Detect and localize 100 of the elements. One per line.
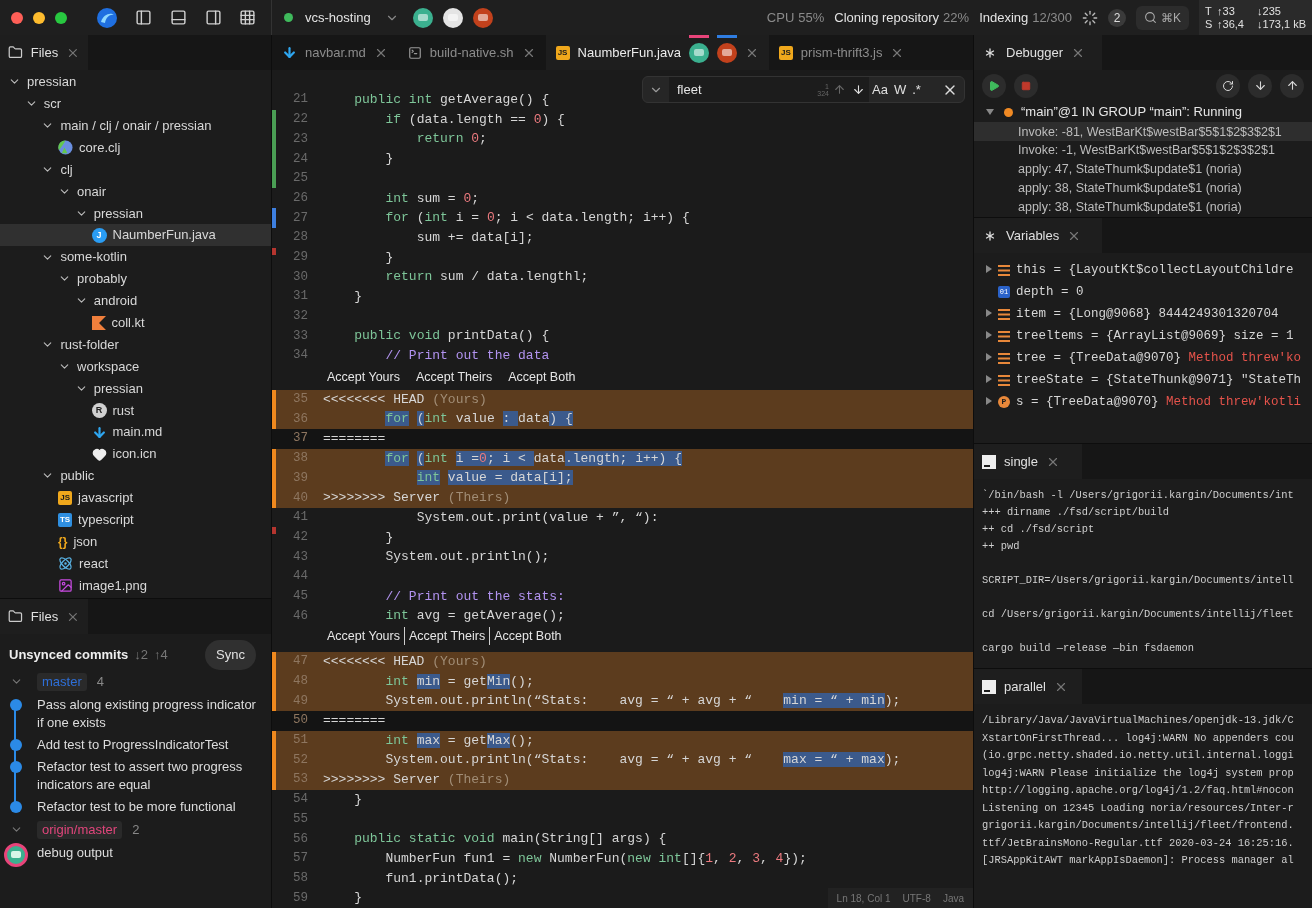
conflict-action-link[interactable]: Accept Theirs bbox=[403, 626, 486, 646]
expand-triangle-icon[interactable] bbox=[986, 352, 992, 361]
notification-count[interactable]: 2 bbox=[1108, 8, 1127, 27]
expand-triangle-icon[interactable] bbox=[986, 374, 992, 383]
expand-triangle-icon[interactable] bbox=[986, 396, 992, 405]
next-match-icon[interactable] bbox=[852, 83, 865, 96]
status-item[interactable]: Ln 18, Col 1 bbox=[836, 890, 891, 906]
stack-frame[interactable]: apply: 38, StateThumk$update$1 (noria) bbox=[974, 198, 1312, 217]
tree-item[interactable]: pressian bbox=[0, 377, 271, 400]
previous-match-icon[interactable] bbox=[833, 83, 846, 96]
find-option-button[interactable]: Aa bbox=[869, 79, 891, 100]
conflict-action-link[interactable]: Accept Yours bbox=[327, 368, 400, 387]
variable-row[interactable]: item = {Long@9068} 8444249301320704 bbox=[974, 303, 1312, 325]
editor-tab[interactable]: build-native.sh bbox=[397, 35, 546, 70]
step-over-button[interactable] bbox=[1216, 73, 1240, 98]
resume-button[interactable] bbox=[982, 73, 1006, 98]
minimize-window-button[interactable] bbox=[33, 11, 45, 24]
search-button[interactable]: ⌘K bbox=[1136, 5, 1190, 30]
heart-icon bbox=[91, 446, 107, 462]
panel-tab[interactable]: Debugger bbox=[974, 35, 1102, 70]
code-line: ======== bbox=[323, 712, 386, 731]
tree-item[interactable]: public bbox=[0, 465, 271, 487]
variable-row[interactable]: treeState = {StateThunk@9071} "StateTh bbox=[974, 369, 1312, 391]
arrow-down-icon bbox=[1253, 79, 1267, 93]
conflict-action-link[interactable]: Accept Theirs bbox=[415, 368, 493, 387]
find-option-button[interactable]: W bbox=[890, 79, 910, 100]
project-name[interactable]: vcs-hosting bbox=[305, 7, 371, 28]
right-panel-toggle-icon[interactable] bbox=[205, 9, 222, 26]
variable-row[interactable]: tree = {TreeData@9070} Method threw'ko bbox=[974, 347, 1312, 369]
tree-item[interactable]: pressian bbox=[0, 202, 271, 225]
stack-frame[interactable]: apply: 47, StateThumk$update$1 (noria) bbox=[974, 160, 1312, 180]
grid-icon[interactable] bbox=[239, 9, 256, 26]
stack-frame[interactable]: Invoke: -1, WestBarKt$westBar$5$1$2$3$2$1 bbox=[974, 141, 1312, 161]
code-line: public void printData() { bbox=[353, 327, 550, 346]
tree-item[interactable]: android bbox=[0, 289, 271, 312]
panel-tab[interactable]: Files bbox=[0, 35, 88, 70]
variable-row[interactable]: treeltems = {ArrayList@9069} size = 1 bbox=[974, 325, 1312, 347]
tree-item[interactable]: workspace bbox=[0, 355, 271, 378]
tree-item[interactable]: coll.kt bbox=[0, 311, 271, 334]
tree-item[interactable]: R rust bbox=[0, 399, 271, 422]
maximize-window-button[interactable] bbox=[55, 11, 67, 24]
close-window-button[interactable] bbox=[11, 11, 23, 24]
panel-tab[interactable]: single bbox=[974, 444, 1082, 479]
variable-row[interactable]: P s = {TreeData@9070} Method threw'kotli bbox=[974, 391, 1312, 413]
stack-frame[interactable]: Invoke: -81, WestBarKt$westBar$5$1$2$3$2$1 bbox=[974, 122, 1312, 142]
tree-item[interactable]: JS javascript bbox=[0, 486, 271, 509]
conflict-action-link[interactable]: Accept Both bbox=[508, 368, 576, 387]
editor-tab[interactable]: JS prism-thrift3.js bbox=[768, 35, 915, 70]
conflict-action-link[interactable]: Accept Both bbox=[489, 626, 562, 646]
stack-frame[interactable]: apply: 38, StateThumk$update$1 (noria) bbox=[974, 179, 1312, 199]
commit-row[interactable]: Pass along existing progress indicator if one exists bbox=[0, 693, 271, 734]
commit-row[interactable]: debug output bbox=[0, 841, 271, 869]
tree-item[interactable]: react bbox=[0, 552, 271, 575]
thread-row[interactable]: “main”@1 IN GROUP “main”: Running bbox=[974, 101, 1312, 123]
status-item[interactable]: Java bbox=[942, 890, 964, 906]
tree-item[interactable]: pressian bbox=[0, 71, 271, 93]
app-logo-icon[interactable] bbox=[97, 7, 117, 28]
editor-tab[interactable]: JS NaumberFun.java bbox=[545, 35, 769, 70]
line-number: 39 bbox=[292, 469, 308, 487]
bottom-panel-toggle-icon[interactable] bbox=[170, 9, 187, 26]
branch-tag[interactable]: origin/master bbox=[37, 820, 123, 839]
conflict-action-link[interactable]: Accept Yours bbox=[327, 626, 400, 646]
panel-tab[interactable]: parallel bbox=[974, 669, 1082, 704]
panel-tab[interactable]: Files bbox=[0, 599, 88, 634]
sync-button[interactable]: Sync bbox=[205, 640, 256, 670]
code-line: int min = getMin(); bbox=[384, 672, 534, 691]
line-number: 49 bbox=[292, 692, 308, 710]
tree-item[interactable]: probably bbox=[0, 268, 271, 290]
tree-item[interactable]: icon.icn bbox=[0, 443, 271, 466]
file-type-badge: JS bbox=[555, 45, 570, 60]
commit-row[interactable]: Refactor test to assert two progress indicators are equal bbox=[0, 755, 271, 796]
tree-item[interactable]: main.md bbox=[0, 421, 271, 444]
left-panel-toggle-icon[interactable] bbox=[135, 9, 152, 26]
stop-button[interactable] bbox=[1014, 73, 1038, 98]
expand-triangle-icon[interactable] bbox=[986, 109, 994, 116]
commit-row[interactable]: Refactor test to be more functional bbox=[0, 795, 271, 818]
tree-item[interactable]: scr bbox=[0, 92, 271, 115]
tree-item[interactable]: TS typescript bbox=[0, 508, 271, 531]
panel-tab[interactable]: Variables bbox=[974, 218, 1102, 253]
tree-item[interactable]: clj bbox=[0, 158, 271, 181]
tree-item[interactable]: onair bbox=[0, 180, 271, 203]
editor-tab[interactable]: navbar.md bbox=[272, 35, 398, 70]
tree-item[interactable]: image1.png bbox=[0, 574, 271, 597]
step-into-button[interactable] bbox=[1248, 73, 1272, 98]
tree-item[interactable]: main / clj / onair / pressian bbox=[0, 114, 271, 137]
tree-item[interactable]: some-kotlin bbox=[0, 246, 271, 268]
status-item[interactable]: UTF-8 bbox=[902, 890, 931, 906]
tree-item[interactable]: {} json bbox=[0, 530, 271, 553]
error-text: Method threw'kotli bbox=[1166, 393, 1302, 411]
commit-row[interactable]: Add test to ProgressIndicatorTest bbox=[0, 733, 271, 756]
expand-triangle-icon[interactable] bbox=[986, 264, 992, 273]
step-out-button[interactable] bbox=[1280, 73, 1304, 98]
tree-item[interactable]: rust-folder bbox=[0, 333, 271, 356]
tree-item[interactable]: J NaumberFun.java bbox=[0, 224, 271, 247]
line-number: 46 bbox=[292, 607, 308, 625]
expand-triangle-icon[interactable] bbox=[986, 330, 992, 339]
variable-row[interactable]: this = {LayoutKt$collectLayoutChildre bbox=[974, 259, 1312, 281]
tree-item[interactable]: core.clj bbox=[0, 136, 271, 159]
expand-triangle-icon[interactable] bbox=[986, 308, 992, 317]
find-option-button[interactable]: .* bbox=[909, 79, 924, 100]
